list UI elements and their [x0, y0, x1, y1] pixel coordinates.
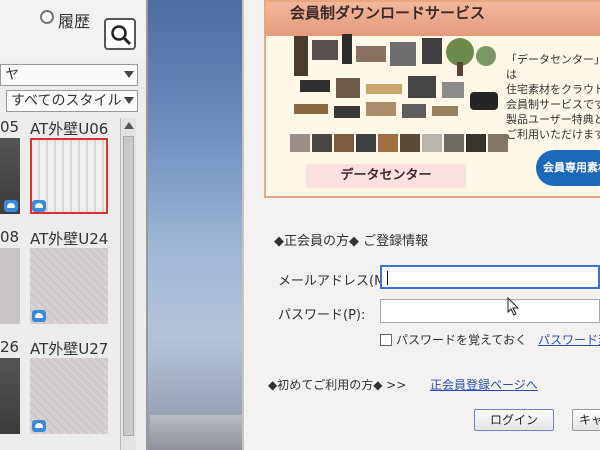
swatch [400, 134, 420, 152]
login-button[interactable]: ログイン [474, 409, 554, 431]
email-field[interactable] [380, 265, 600, 289]
swatch [356, 134, 376, 152]
remember-password-checkbox[interactable] [380, 334, 392, 346]
swatch [334, 134, 354, 152]
category-dropdown[interactable]: ヤ [0, 64, 138, 86]
password-label: パスワード(P): [278, 308, 366, 323]
furniture-illustration [294, 34, 498, 118]
history-radio[interactable] [40, 10, 54, 24]
style-dropdown[interactable]: すべてのスタイル [6, 90, 138, 112]
panel-toolbar: 履歴 [0, 0, 146, 60]
cloud-icon [32, 200, 46, 212]
cloud-icon [32, 420, 46, 432]
tile-label: AT外壁U27 [30, 340, 109, 358]
mouse-cursor-icon [507, 297, 520, 316]
forgot-password-link[interactable]: パスワード変 [538, 331, 600, 348]
style-dropdown-value: すべてのスタイル [11, 93, 122, 109]
section-title: ◆正会員の方◆ ご登録情報 [274, 234, 429, 249]
banner-title-bar: 会員制ダウンロードサービス [266, 2, 600, 36]
register-link[interactable]: 正会員登録ページへ [430, 376, 538, 393]
banner-title: 会員制ダウンロードサービス [290, 4, 486, 22]
material-grid: 05 AT外壁U06 08 AT外壁U24 26 AT外壁U27 [0, 116, 120, 450]
tile-label: 08 [0, 228, 20, 246]
email-label: メールアドレス(M): [278, 274, 395, 289]
category-dropdown-value: ヤ [5, 67, 19, 83]
swatch [466, 134, 486, 152]
cancel-button[interactable]: キャ [572, 409, 600, 431]
material-thumbnail[interactable] [0, 248, 20, 324]
remember-password-label: パスワードを覚えておく [396, 333, 528, 347]
search-button[interactable] [104, 18, 136, 50]
tile-label: 05 [0, 118, 20, 136]
swatch [290, 134, 310, 152]
thumbnail-edge [0, 248, 20, 324]
chevron-down-icon [124, 97, 134, 104]
password-field[interactable] [380, 299, 600, 323]
chevron-down-icon [124, 71, 134, 78]
swatch [422, 134, 442, 152]
swatch [378, 134, 398, 152]
thumbnail-edge [0, 358, 20, 434]
tile-label: AT外壁U24 [30, 230, 109, 248]
material-thumbnail[interactable] [0, 358, 20, 434]
search-icon [111, 25, 132, 46]
member-badge: 会員専用素材 [536, 150, 600, 186]
first-time-text: ◆初めてご利用の方◆ >> [268, 378, 407, 392]
material-panel: 履歴 ヤ すべてのスタイル 05 AT外壁U06 08 AT外壁U24 26 A… [0, 0, 148, 450]
cloud-icon [32, 310, 46, 322]
swatch [488, 134, 508, 152]
scroll-thumb[interactable] [123, 136, 134, 436]
cloud-icon [4, 200, 18, 212]
history-label: 履歴 [58, 12, 91, 31]
tile-label: 26 [0, 338, 20, 356]
text-caret [387, 271, 388, 285]
service-banner: 会員制ダウンロードサービス データセンター 「データセンター」は 住宅素材をクラ… [264, 0, 600, 198]
swatch [444, 134, 464, 152]
material-scrollbar[interactable] [120, 118, 136, 450]
data-center-label: データセンター [306, 164, 466, 188]
tile-label: AT外壁U06 [30, 120, 109, 138]
banner-description: 「データセンター」は 住宅素材をクラウド 会員制サービスです 製品ユーザー特典と… [506, 53, 600, 141]
scroll-up-icon[interactable] [124, 122, 134, 129]
swatch [312, 134, 332, 152]
